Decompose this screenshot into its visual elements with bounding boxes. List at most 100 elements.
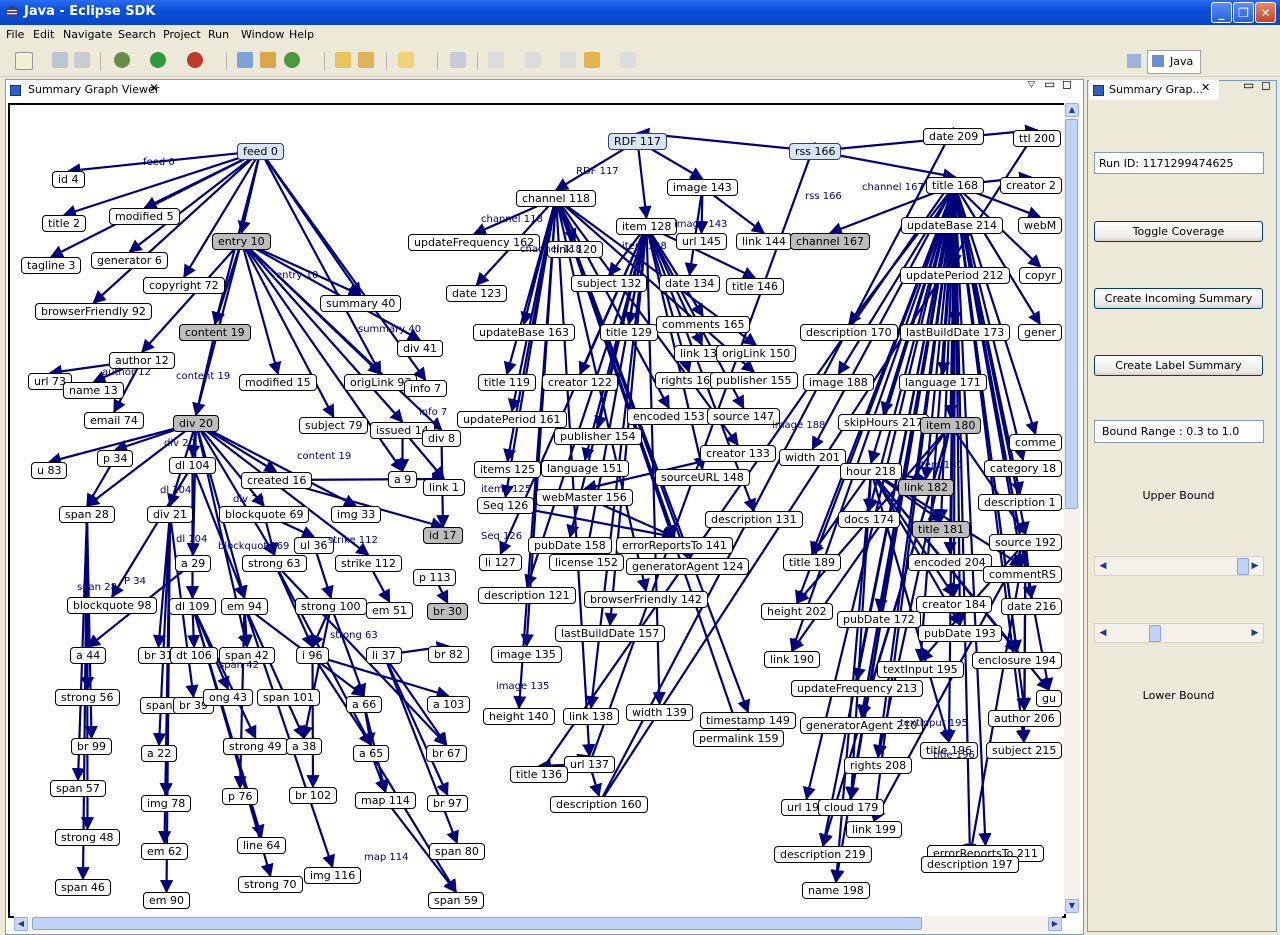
graph-node[interactable]: items 125: [474, 461, 542, 478]
graph-node[interactable]: copyright 72: [143, 277, 225, 294]
graph-node[interactable]: link 1: [423, 479, 465, 496]
graph-node[interactable]: description 219: [774, 846, 872, 863]
graph-node[interactable]: rights 208: [844, 757, 913, 774]
graph-node[interactable]: a 65: [353, 745, 390, 762]
graph-node[interactable]: gener: [1018, 324, 1063, 341]
graph-node[interactable]: description 121: [478, 587, 576, 604]
maximize-button[interactable]: ❐: [1233, 2, 1254, 23]
graph-node[interactable]: strong 63: [242, 555, 307, 572]
graph-node[interactable]: img 33: [331, 506, 382, 523]
minimize-view-icon[interactable]: ▭: [1044, 77, 1055, 91]
graph-node[interactable]: copyr: [1019, 267, 1062, 284]
slider-left-arrow[interactable]: ◀: [1095, 625, 1111, 642]
graph-node[interactable]: description 131: [705, 511, 803, 528]
menu-navigate[interactable]: Navigate: [63, 28, 112, 41]
graph-node[interactable]: item 128: [616, 218, 678, 235]
graph-node[interactable]: encoded 153: [627, 408, 711, 425]
close-button[interactable]: ✕: [1255, 2, 1276, 23]
graph-node[interactable]: publisher 155: [710, 372, 798, 389]
graph-node[interactable]: height 202: [761, 603, 833, 620]
graph-node[interactable]: rss 166: [789, 143, 842, 160]
graph-node[interactable]: encoded 204: [908, 554, 992, 571]
graph-node[interactable]: dl 104: [169, 457, 216, 474]
bound-range-field[interactable]: Bound Range : 0.3 to 1.0: [1094, 420, 1264, 443]
graph-node[interactable]: language 171: [899, 374, 987, 391]
vertical-scrollbar[interactable]: ▲ ▼: [1064, 103, 1080, 914]
graph-node[interactable]: modified 15: [239, 374, 317, 391]
graph-node[interactable]: span 80: [429, 843, 485, 860]
graph-node[interactable]: creator 184: [916, 596, 992, 613]
graph-node[interactable]: RDF 117: [608, 133, 667, 150]
graph-node[interactable]: span 28: [59, 506, 115, 523]
graph-node[interactable]: webMaster 156: [536, 489, 633, 506]
graph-node[interactable]: div 41: [397, 340, 444, 357]
print-icon[interactable]: [74, 52, 90, 68]
graph-node[interactable]: img 78: [141, 795, 192, 812]
graph-node[interactable]: i 96: [296, 647, 329, 664]
graph-node[interactable]: info 7: [404, 380, 448, 397]
graph-node[interactable]: language 151: [541, 460, 629, 477]
new-icon[interactable]: [15, 52, 33, 70]
graph-node[interactable]: url 145: [676, 233, 728, 250]
graph-node[interactable]: map 114: [355, 792, 416, 809]
new-package-icon[interactable]: [260, 52, 276, 68]
lower-bound-thumb[interactable]: [1148, 625, 1161, 642]
run-id-field[interactable]: Run ID: 1171299474625: [1094, 152, 1264, 174]
graph-node[interactable]: lastBuildDate 173: [900, 324, 1011, 341]
graph-node[interactable]: updatePeriod 212: [900, 267, 1010, 284]
graph-node[interactable]: ttl 200: [1013, 130, 1062, 147]
graph-node[interactable]: a 44: [70, 647, 107, 664]
graph-node[interactable]: a 66: [346, 696, 383, 713]
graph-node[interactable]: comme: [1009, 434, 1062, 451]
slider-right-arrow[interactable]: ▶: [1247, 558, 1263, 575]
graph-node[interactable]: subject 215: [986, 742, 1063, 759]
menu-run[interactable]: Run: [208, 28, 229, 41]
debug-icon[interactable]: [114, 52, 130, 68]
graph-node[interactable]: pubDate 158: [528, 537, 612, 554]
graph-node[interactable]: dl 109: [169, 598, 216, 615]
lower-bound-slider[interactable]: ◀ ▶: [1094, 623, 1264, 643]
graph-node[interactable]: hour 218: [840, 463, 902, 480]
graph-node[interactable]: Seq 126: [477, 497, 535, 514]
graph-node[interactable]: description 197: [921, 856, 1019, 873]
graph-node[interactable]: em 94: [221, 598, 268, 615]
graph-node[interactable]: comments 165: [656, 316, 751, 333]
graph-node[interactable]: line 64: [237, 837, 287, 854]
graph-node[interactable]: generator 6: [91, 252, 168, 269]
graph-node[interactable]: div 8: [422, 430, 462, 447]
scroll-right-arrow[interactable]: ▶: [1048, 917, 1062, 931]
graph-node[interactable]: br 97: [427, 795, 468, 812]
graph-node[interactable]: webM: [1018, 217, 1063, 234]
graph-node[interactable]: feed 0: [237, 143, 284, 160]
graph-node[interactable]: browserFriendly 92: [35, 303, 152, 320]
graph-node[interactable]: a 22: [141, 745, 178, 762]
run-icon[interactable]: [150, 52, 166, 68]
graph-node[interactable]: category 18: [984, 460, 1063, 477]
graph-node[interactable]: title 181: [912, 521, 970, 538]
graph-node[interactable]: strong 56: [55, 689, 120, 706]
graph-node[interactable]: id 4: [52, 171, 85, 188]
maximize-view-icon[interactable]: ◻: [1062, 77, 1072, 91]
graph-node[interactable]: channel 167: [790, 233, 871, 250]
menu-window[interactable]: Window: [241, 28, 284, 41]
forward-icon[interactable]: [620, 52, 636, 68]
graph-node[interactable]: br 102: [289, 787, 337, 804]
minimize-view-icon[interactable]: ▭: [1243, 78, 1254, 92]
graph-node[interactable]: title 168: [926, 177, 984, 194]
save-icon[interactable]: [52, 52, 68, 68]
graph-node[interactable]: generatorAgent 124: [626, 558, 750, 575]
graph-node[interactable]: tagline 3: [21, 257, 82, 274]
graph-node[interactable]: license 152: [549, 554, 624, 571]
graph-node[interactable]: strike 112: [335, 555, 402, 572]
graph-node[interactable]: em 51: [366, 602, 413, 619]
graph-node[interactable]: li 37: [366, 647, 402, 664]
graph-node[interactable]: item 180: [920, 417, 982, 434]
external-tools-icon[interactable]: [187, 52, 203, 68]
graph-node[interactable]: creator 122: [542, 374, 618, 391]
graph-node[interactable]: height 140: [483, 708, 555, 725]
last-edit-icon[interactable]: [560, 52, 576, 68]
graph-node[interactable]: permalink 159: [693, 730, 785, 747]
graph-node[interactable]: br 82: [428, 646, 469, 663]
graph-node[interactable]: strong 70: [238, 876, 303, 893]
graph-node[interactable]: title 119: [478, 374, 536, 391]
